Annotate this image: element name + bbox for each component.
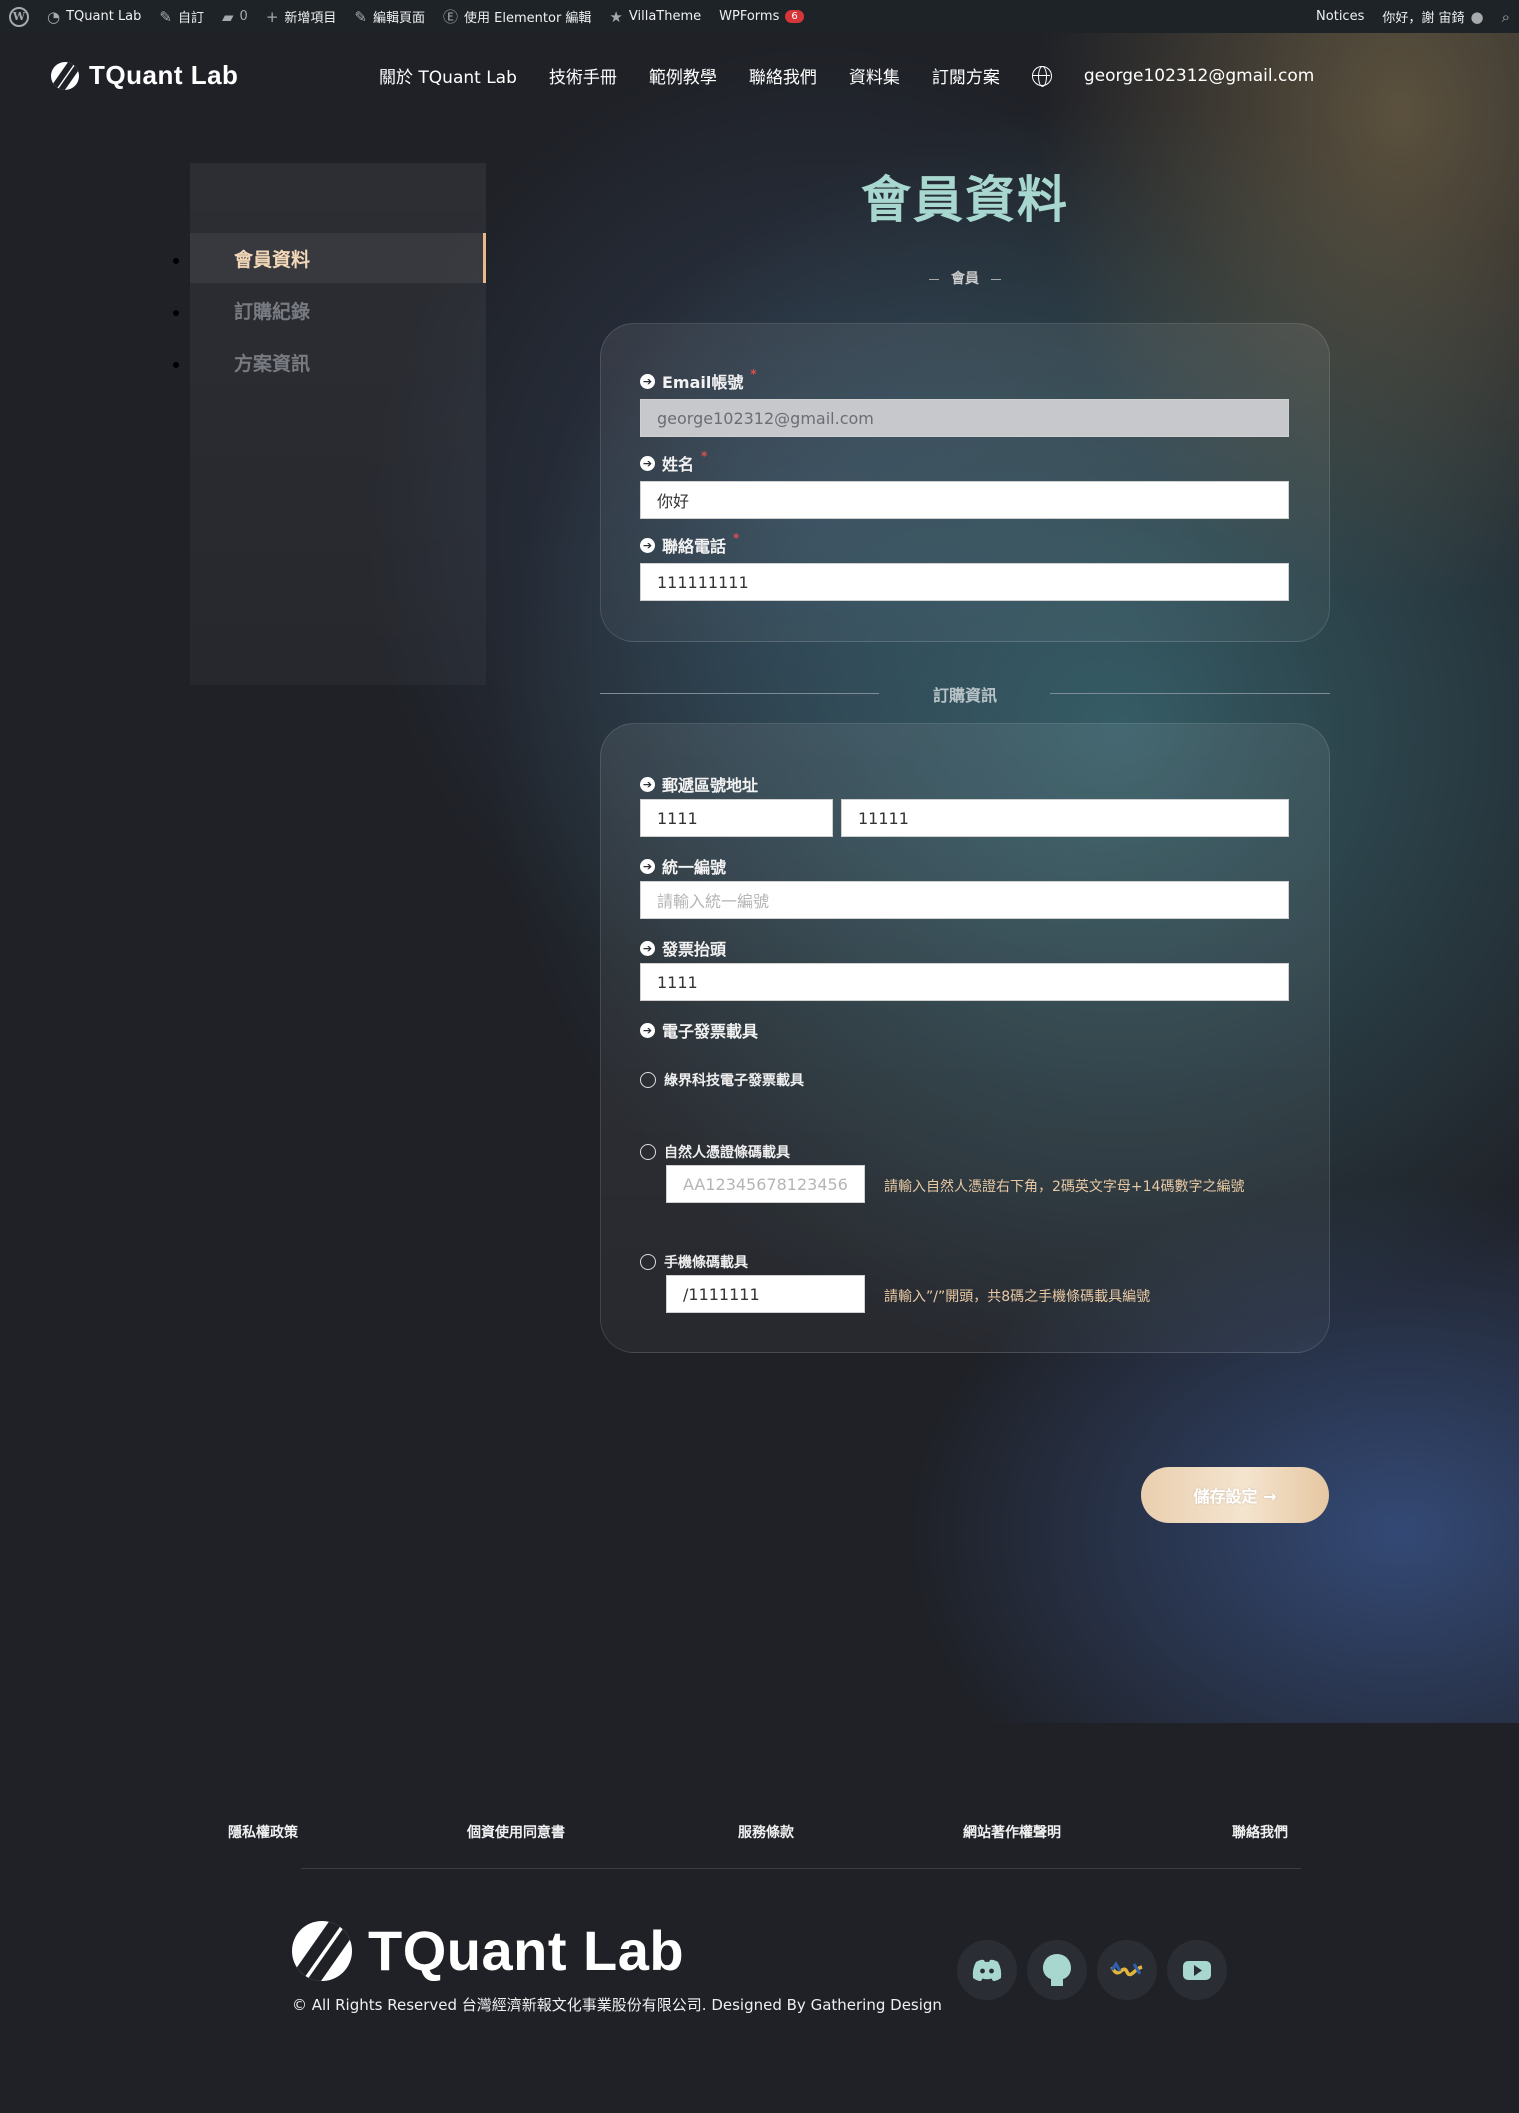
- tax-id-field[interactable]: 請輸入統一編號: [640, 881, 1289, 919]
- user-icon: ●: [1470, 7, 1484, 26]
- email-label: ➔ Email帳號 *: [640, 367, 757, 393]
- admin-villatheme-link[interactable]: ★ VillaTheme: [600, 0, 710, 33]
- wpforms-count-badge: 6: [785, 10, 804, 23]
- name-field[interactable]: 你好: [640, 481, 1289, 519]
- footer-link-privacy[interactable]: 隱私權政策: [228, 1822, 298, 1842]
- arrow-circle-icon: ➔: [640, 940, 655, 956]
- star-icon: ★: [609, 7, 623, 26]
- email-field: george102312@gmail.com: [640, 399, 1289, 437]
- search-icon: ⌕: [1501, 7, 1510, 26]
- address-label: ➔ 郵遞區號地址: [640, 772, 758, 796]
- nav-item-contact[interactable]: 聯絡我們: [749, 63, 817, 88]
- arrow-circle-icon: ➔: [640, 858, 655, 874]
- tquant-logo-icon: [51, 61, 79, 90]
- globe-icon[interactable]: [1031, 65, 1052, 87]
- nav-user-email[interactable]: george102312@gmail.com: [1084, 66, 1314, 86]
- youtube-icon[interactable]: [1167, 1940, 1227, 2000]
- citizen-cert-field[interactable]: AA12345678123456: [666, 1165, 865, 1203]
- admin-site-link[interactable]: ◔ TQuant Lab: [38, 0, 150, 33]
- comment-icon: ▰: [222, 7, 234, 26]
- dashboard-icon: ◔: [47, 7, 61, 26]
- mobile-barcode-field[interactable]: /1111111: [666, 1275, 865, 1313]
- tej-icon[interactable]: [1097, 1940, 1157, 2000]
- invoice-title-label: ➔ 發票抬頭: [640, 936, 726, 960]
- footer-link-copyright[interactable]: 網站著作權聲明: [963, 1822, 1061, 1842]
- admin-new-item-link[interactable]: + 新增項目: [257, 0, 346, 33]
- invoice-title-field[interactable]: 1111: [640, 963, 1289, 1001]
- radio-circle[interactable]: [640, 1072, 656, 1088]
- account-sidebar: 會員資料 訂購紀錄 方案資訊: [190, 163, 486, 685]
- radio-circle[interactable]: [640, 1144, 656, 1160]
- nav-item-about[interactable]: 關於 TQuant Lab: [379, 63, 517, 88]
- admin-wpforms-link[interactable]: WPForms 6: [710, 0, 813, 33]
- arrow-circle-icon: ➔: [640, 455, 655, 471]
- admin-customize-link[interactable]: ✎ 自訂: [150, 0, 213, 33]
- list-bullet: [173, 362, 179, 368]
- nav-item-manual[interactable]: 技術手冊: [549, 63, 617, 88]
- pencil-icon: ✎: [354, 7, 367, 26]
- save-settings-button[interactable]: 儲存設定 →: [1141, 1467, 1329, 1523]
- arrow-circle-icon: ➔: [640, 1022, 655, 1038]
- admin-notices-link[interactable]: Notices: [1307, 0, 1373, 33]
- name-label: ➔ 姓名 *: [640, 449, 707, 475]
- footer-link-contact[interactable]: 聯絡我們: [1232, 1822, 1288, 1842]
- tquant-logo-icon: [292, 1920, 352, 1981]
- github-icon[interactable]: [1027, 1940, 1087, 2000]
- admin-bar: W ◔ TQuant Lab ✎ 自訂 ▰ 0 + 新增項目 ✎ 編輯頁面 Ⓔ 使用 Ele…: [0, 0, 1519, 33]
- site-header: TQuant Lab 關於 TQuant Lab 技術手冊 範例教學 聯絡我們 …: [0, 33, 1519, 121]
- arrow-circle-icon: ➔: [640, 776, 655, 792]
- address-field[interactable]: 11111: [841, 799, 1289, 837]
- nav-item-plans[interactable]: 訂閱方案: [932, 63, 1000, 88]
- sidebar-item-orders[interactable]: 訂購紀錄: [190, 285, 486, 335]
- discord-icon[interactable]: [957, 1940, 1017, 2000]
- carrier-radio-citizen-cert[interactable]: 自然人憑證條碼載具: [640, 1142, 790, 1162]
- admin-search-button[interactable]: ⌕: [1493, 0, 1519, 33]
- mobile-barcode-hint: 請輸入”/”開頭，共8碼之手機條碼載具編號: [884, 1289, 1151, 1305]
- admin-account-menu[interactable]: 你好，謝 宙錡 ●: [1373, 0, 1492, 33]
- sidebar-item-profile[interactable]: 會員資料: [190, 233, 486, 283]
- order-section-divider: 訂購資訊: [600, 682, 1330, 706]
- copyright-text: © All Rights Reserved 台灣經濟新報文化事業股份有限公司. …: [292, 1996, 942, 2014]
- page-subtitle: 會員: [600, 268, 1330, 288]
- nav-item-tutorials[interactable]: 範例教學: [649, 63, 717, 88]
- plus-icon: +: [265, 7, 279, 26]
- brush-icon: ✎: [159, 7, 172, 26]
- page-title: 會員資料: [861, 171, 1069, 229]
- admin-elementor-link[interactable]: Ⓔ 使用 Elementor 編輯: [434, 0, 600, 33]
- carrier-radio-ecpay[interactable]: 綠界科技電子發票載具: [640, 1070, 804, 1090]
- footer-links: 隱私權政策 個資使用同意書 服務條款 網站著作權聲明 聯絡我們: [0, 1822, 1519, 1842]
- citizen-cert-hint: 請輸入自然人憑證右下角，2碼英文字母+14碼數字之編號: [884, 1179, 1245, 1195]
- footer-logo[interactable]: TQuant Lab: [292, 1918, 684, 1983]
- arrow-circle-icon: ➔: [640, 537, 655, 553]
- arrow-circle-icon: ➔: [640, 373, 655, 389]
- e-invoice-label: ➔ 電子發票載具: [640, 1018, 758, 1042]
- wp-logo-menu[interactable]: W: [0, 0, 38, 33]
- footer-divider: [301, 1868, 1301, 1869]
- wordpress-icon: W: [9, 6, 29, 27]
- phone-field[interactable]: 111111111: [640, 563, 1289, 601]
- footer-link-terms[interactable]: 服務條款: [738, 1822, 794, 1842]
- nav-item-datasets[interactable]: 資料集: [849, 63, 900, 88]
- admin-comments-link[interactable]: ▰ 0: [213, 0, 257, 33]
- zip-code-field[interactable]: 1111: [640, 799, 833, 837]
- tax-id-label: ➔ 統一編號: [640, 854, 726, 878]
- admin-edit-page-link[interactable]: ✎ 編輯頁面: [345, 0, 434, 33]
- list-bullet: [173, 258, 179, 264]
- radio-circle[interactable]: [640, 1254, 656, 1270]
- list-bullet: [173, 310, 179, 316]
- elementor-icon: Ⓔ: [443, 8, 459, 26]
- phone-label: ➔ 聯絡電話 *: [640, 531, 739, 557]
- site-logo[interactable]: TQuant Lab: [51, 60, 238, 91]
- footer-link-data-consent[interactable]: 個資使用同意書: [467, 1822, 565, 1842]
- carrier-radio-mobile-barcode[interactable]: 手機條碼載具: [640, 1252, 748, 1272]
- main-nav: 關於 TQuant Lab 技術手冊 範例教學 聯絡我們 資料集 訂閱方案 ge…: [379, 63, 1346, 88]
- sidebar-item-plan-info[interactable]: 方案資訊: [190, 337, 486, 387]
